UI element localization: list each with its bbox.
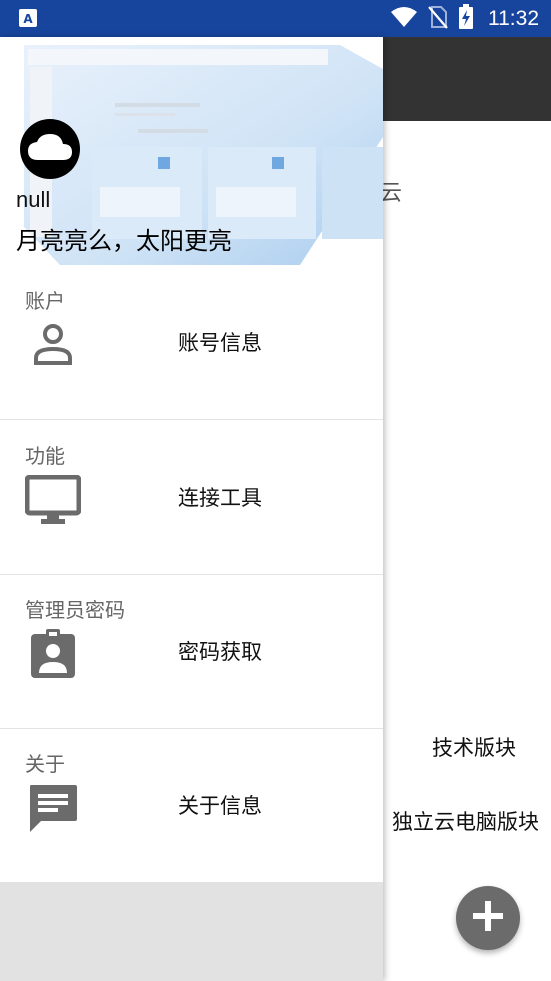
section-title: 账户 [25, 289, 65, 313]
list-item-cloud-pc-section[interactable]: 独立云电脑版块 [392, 806, 539, 836]
user-name: null [16, 187, 51, 212]
badge-icon [25, 626, 81, 682]
section-account: 账户 账号信息 [0, 265, 383, 420]
section-admin-password: 管理员密码 密码获取 [0, 574, 383, 729]
section-about: 关于 关于信息 [0, 728, 383, 882]
section-title: 管理员密码 [25, 598, 125, 622]
section-features: 功能 连接工具 [0, 420, 383, 575]
list-item-tech-section[interactable]: 技术版块 [432, 732, 516, 762]
wifi-icon [390, 6, 418, 32]
no-sim-icon [428, 5, 448, 33]
user-motto: 月亮亮么，太阳更亮 [16, 227, 232, 255]
app-notification-icon: A [18, 8, 38, 28]
section-title: 关于 [25, 752, 65, 776]
battery-charging-icon [458, 4, 474, 34]
plus-icon [471, 899, 505, 937]
drawer-footer [0, 882, 383, 981]
menu-item-label: 连接工具 [178, 486, 262, 510]
menu-item-label: 关于信息 [178, 794, 262, 818]
drawer-header: null 月亮亮么，太阳更亮 [0, 37, 383, 265]
status-bar: A 11:32 [0, 0, 551, 37]
monitor-icon [25, 472, 81, 528]
menu-item-label: 账号信息 [178, 331, 262, 355]
section-title: 功能 [25, 444, 65, 468]
menu-item-label: 密码获取 [178, 640, 262, 664]
cloud-icon [26, 132, 74, 166]
menu-item-connect-tools[interactable]: 连接工具 [0, 472, 383, 562]
message-icon [25, 780, 81, 836]
navigation-drawer: null 月亮亮么，太阳更亮 账户 账号信息 功能 连接工具 管理员密码 密码获… [0, 37, 383, 981]
app-title-fragment: 云 [380, 181, 403, 206]
menu-item-about-info[interactable]: 关于信息 [0, 780, 383, 870]
avatar[interactable] [20, 119, 80, 179]
svg-text:A: A [23, 12, 33, 26]
person-icon [25, 317, 81, 373]
menu-item-account-info[interactable]: 账号信息 [0, 317, 383, 407]
menu-item-get-password[interactable]: 密码获取 [0, 626, 383, 716]
clock: 11:32 [488, 7, 539, 30]
add-button[interactable] [456, 886, 520, 950]
